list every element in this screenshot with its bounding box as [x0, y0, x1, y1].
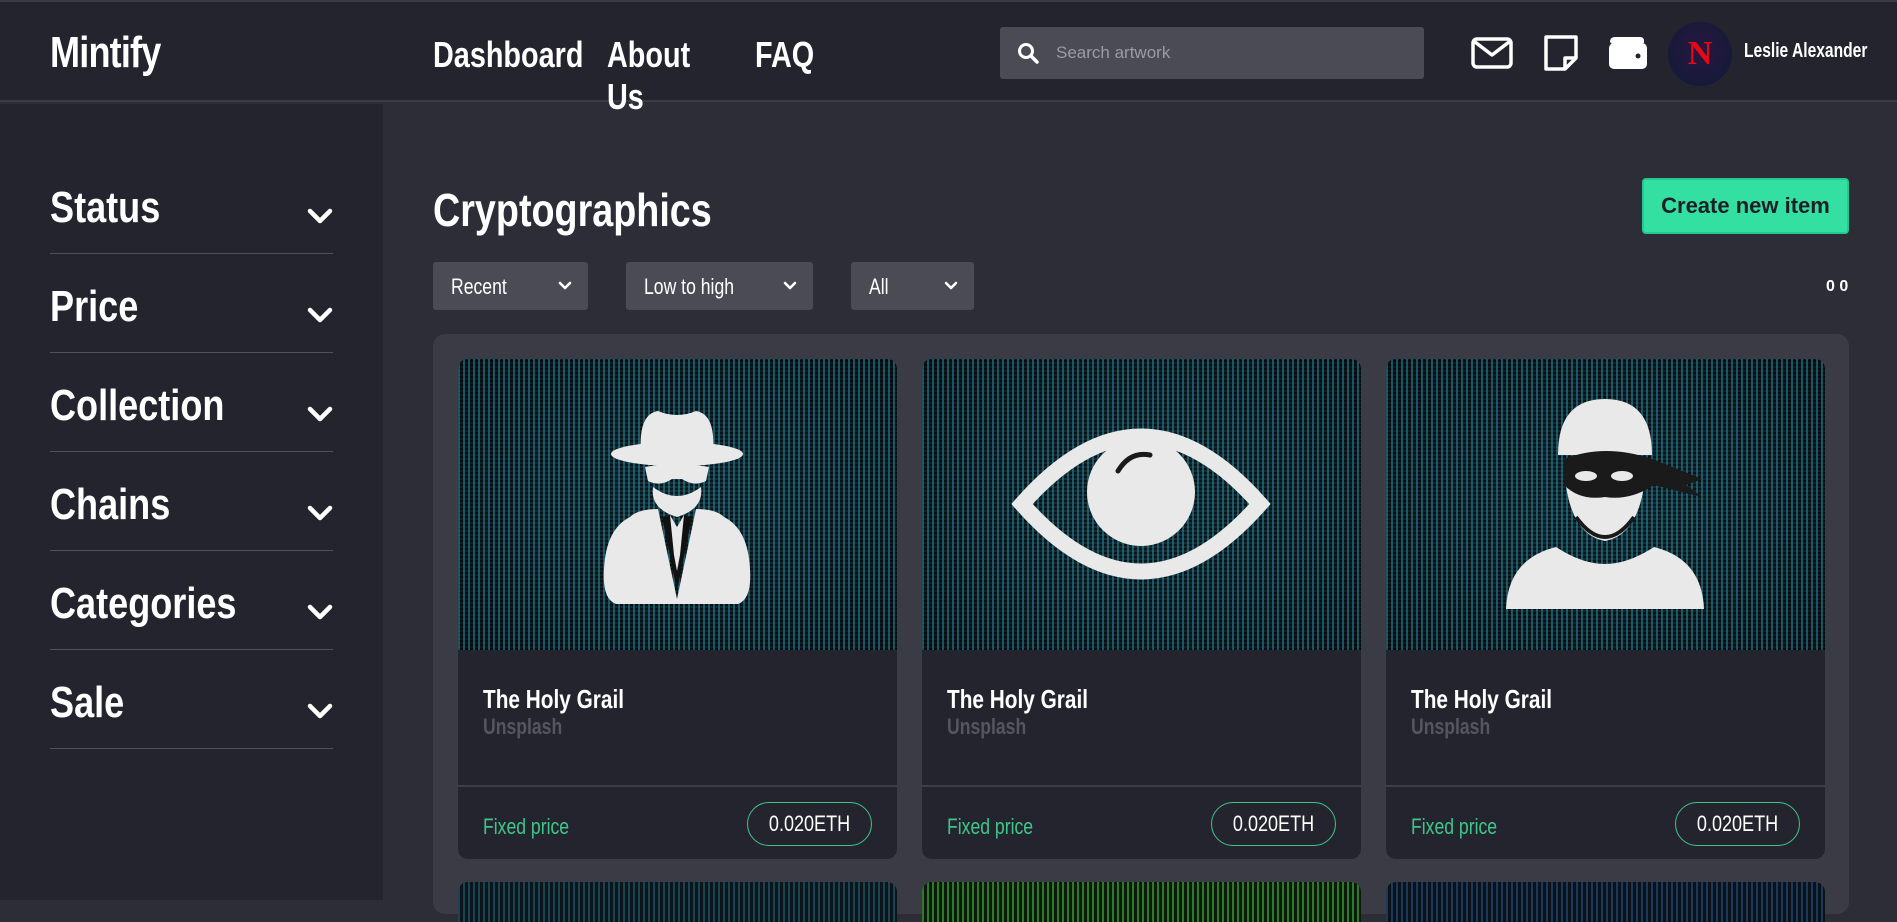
price-badge[interactable]: 0.020ETH: [1674, 802, 1800, 846]
chevron-down-icon: [307, 406, 333, 422]
price-type: Fixed price: [947, 814, 1034, 839]
user-name[interactable]: Leslie Alexander: [1744, 40, 1867, 63]
eye-icon: [1011, 428, 1271, 580]
item-image: [1386, 359, 1825, 650]
search-icon: [1018, 43, 1039, 64]
item-card[interactable]: The Holy Grail Unsplash Fixed price 0.02…: [458, 359, 897, 859]
item-source: Unsplash: [1411, 714, 1491, 739]
filter-collection[interactable]: Collection: [50, 353, 333, 452]
price-type: Fixed price: [1411, 814, 1498, 839]
filter-status[interactable]: Status: [50, 155, 333, 254]
top-bar: Mintify Dashboard About Us FAQ N Leslie …: [0, 0, 1897, 117]
filter-chains[interactable]: Chains: [50, 452, 333, 551]
chevron-down-icon: [307, 505, 333, 521]
filter-label: Categories: [50, 579, 237, 628]
chevron-down-icon: [307, 208, 333, 224]
filter-all-select[interactable]: All: [851, 262, 974, 310]
price-value: 0.020ETH: [1696, 811, 1779, 836]
nav-about-us[interactable]: About Us: [607, 34, 725, 118]
result-count: 0 0: [1826, 278, 1849, 295]
search-bar[interactable]: [1000, 27, 1424, 79]
logo[interactable]: Mintify: [50, 28, 161, 78]
spy-icon: [603, 411, 751, 604]
chevron-down-icon: [307, 307, 333, 323]
price-type: Fixed price: [483, 814, 570, 839]
divider: [1386, 785, 1825, 787]
item-image: [922, 359, 1361, 650]
create-new-item-button[interactable]: Create new item: [1642, 178, 1849, 234]
divider: [458, 785, 897, 787]
filter-categories[interactable]: Categories: [50, 551, 333, 650]
select-value: All: [869, 274, 889, 299]
filter-label: Collection: [50, 381, 225, 430]
item-image: [458, 359, 897, 650]
sort-price-select[interactable]: Low to high: [626, 262, 813, 310]
item-name[interactable]: The Holy Grail: [1411, 684, 1552, 715]
price-badge[interactable]: 0.020ETH: [746, 802, 872, 846]
item-name[interactable]: The Holy Grail: [483, 684, 624, 715]
price-value: 0.020ETH: [1232, 811, 1315, 836]
filter-sale[interactable]: Sale: [50, 650, 333, 749]
nav-dashboard[interactable]: Dashboard: [433, 34, 583, 118]
wallet-icon[interactable]: [1606, 34, 1650, 72]
page-title: Cryptographics: [433, 184, 712, 236]
filter-label: Chains: [50, 480, 171, 529]
nav-faq[interactable]: FAQ: [755, 34, 814, 118]
item-source: Unsplash: [947, 714, 1027, 739]
mail-icon[interactable]: [1470, 34, 1514, 72]
select-value: Recent: [451, 274, 507, 299]
chevron-down-icon: [558, 281, 572, 290]
price-value: 0.020ETH: [768, 811, 851, 836]
avatar[interactable]: N: [1668, 22, 1732, 86]
chevron-down-icon: [783, 281, 797, 290]
chevron-down-icon: [307, 703, 333, 719]
item-card[interactable]: The Holy Grail Unsplash Fixed price 0.02…: [922, 359, 1361, 859]
note-icon[interactable]: [1540, 34, 1584, 72]
item-name[interactable]: The Holy Grail: [947, 684, 1088, 715]
filter-label: Sale: [50, 678, 125, 727]
search-input[interactable]: [1056, 43, 1416, 63]
item-card-partial[interactable]: [458, 882, 897, 922]
item-card[interactable]: The Holy Grail Unsplash Fixed price 0.02…: [1386, 359, 1825, 859]
divider: [922, 785, 1361, 787]
item-card-partial[interactable]: [1386, 882, 1825, 922]
sort-recent-select[interactable]: Recent: [433, 262, 588, 310]
thief-icon: [1506, 399, 1704, 609]
avatar-letter: N: [1687, 35, 1713, 72]
select-value: Low to high: [644, 274, 735, 299]
main-nav: Dashboard About Us FAQ: [433, 34, 815, 118]
price-badge[interactable]: 0.020ETH: [1210, 802, 1336, 846]
filter-sidebar: Status Price Collection Chains Categorie…: [0, 104, 383, 900]
filter-label: Status: [50, 183, 161, 232]
item-card-partial[interactable]: [922, 882, 1361, 922]
item-source: Unsplash: [483, 714, 563, 739]
filter-price[interactable]: Price: [50, 254, 333, 353]
filter-label: Price: [50, 282, 139, 331]
chevron-down-icon: [307, 604, 333, 620]
chevron-down-icon: [944, 281, 958, 290]
